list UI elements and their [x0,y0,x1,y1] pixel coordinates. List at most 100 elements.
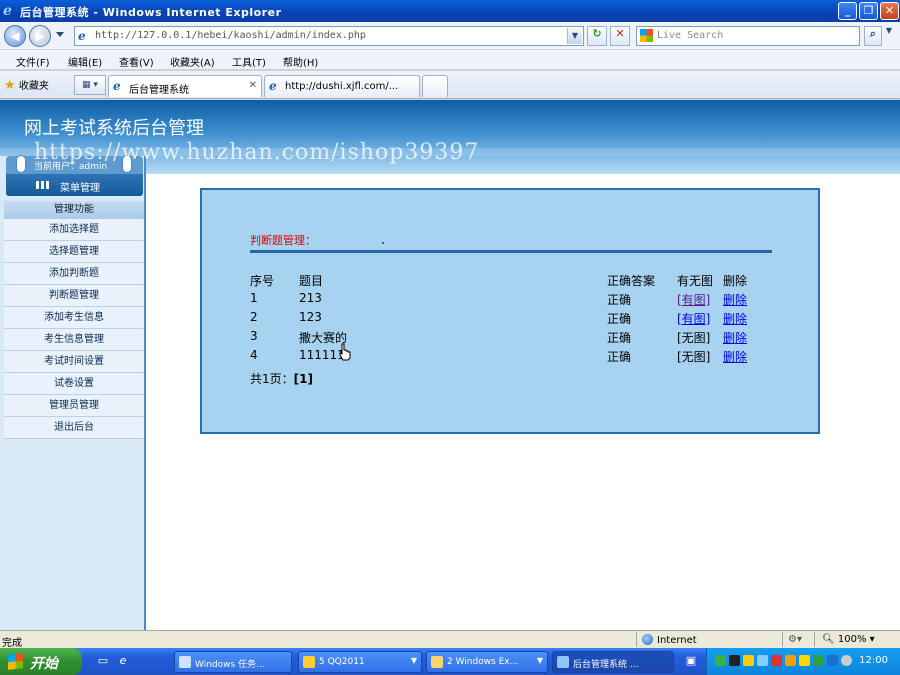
sidebar-item-add-student[interactable]: 添加考生信息 [4,307,144,329]
sidebar-item-choice-manage[interactable]: 选择题管理 [4,241,144,263]
tab-admin-label: 后台管理系统 [129,85,189,96]
sidebar-menu: 添加选择题 选择题管理 添加判断题 判断题管理 添加考生信息 考生信息管理 考试… [4,219,144,439]
hand-cursor-icon [339,343,351,361]
sidebar-item-add-choice[interactable]: 添加选择题 [4,219,144,241]
back-button[interactable]: ◀ [4,25,26,47]
cell-id: 1 [250,291,258,305]
tray-app-icon[interactable] [771,655,782,666]
stop-button[interactable]: ✕ [610,26,630,46]
menu-header-label: 菜单管理 [60,183,100,194]
tray-app-icon[interactable] [715,655,726,666]
volume-icon[interactable] [841,655,852,666]
cell-question: 123 [299,310,322,324]
pager-page-1[interactable]: [1] [294,372,313,386]
history-dropdown-icon[interactable] [56,32,64,37]
zoom-control[interactable]: 🔍︎ 100% ▾ [822,634,875,645]
address-url[interactable]: http://127.0.0.1/hebei/kaoshi/admin/inde… [95,30,366,41]
taskbar-ie-admin[interactable]: 后台管理系统 ... [552,651,674,673]
address-dropdown-icon[interactable]: ▼ [567,28,582,44]
tray-app-icon[interactable] [785,655,796,666]
security-zone: Internet [642,634,697,646]
delete-link[interactable]: 删除 [723,348,747,365]
sidebar-item-add-judge[interactable]: 添加判断题 [4,263,144,285]
tray-app-icon[interactable] [757,655,768,666]
tab-dushi[interactable]: e http://dushi.xjfl.com/... [264,75,420,97]
tray-app-icon[interactable] [813,655,824,666]
status-bar: 完成 Internet ⚙▾ 🔍︎ 100% ▾ [0,630,900,649]
tab-ie-icon: e [113,79,121,93]
address-toolbar: ◀ ▶ e http://127.0.0.1/hebei/kaoshi/admi… [0,22,900,50]
sidebar-item-student-manage[interactable]: 考生信息管理 [4,329,144,351]
panel-title: 判断题管理： [250,234,316,247]
delete-link[interactable]: 删除 [723,310,747,327]
tray-app-icon[interactable] [743,655,754,666]
task-label: Windows 任务... [195,660,265,670]
tab-admin[interactable]: e 后台管理系统 ✕ [108,75,262,97]
image-link[interactable]: [有图] [677,291,710,308]
menu-tools[interactable]: 工具(T) [232,54,266,69]
menu-header[interactable]: 菜单管理 [6,174,143,196]
menu-file[interactable]: 文件(F) [16,54,50,69]
task-manager-icon [179,656,191,668]
menu-favorites[interactable]: 收藏夹(A) [170,54,215,69]
tray-app-icon[interactable] [799,655,810,666]
window-title: 后台管理系统 - Windows Internet Explorer [20,6,282,19]
menu-view[interactable]: 查看(V) [119,54,154,69]
favorites-button[interactable]: ★ 收藏夹 [4,77,49,93]
group-dropdown-icon: ▼ [410,656,417,665]
taskbar-task-manager[interactable]: Windows 任务... [174,651,292,673]
tab-close-icon[interactable]: ✕ [249,80,257,91]
status-text: 完成 [2,638,22,649]
language-bar-icon[interactable]: ▣ [684,654,698,668]
tray-app-icon[interactable] [827,655,838,666]
close-button[interactable]: ✕ [880,2,899,20]
qq-icon [303,656,315,668]
image-link[interactable]: [有图] [677,310,710,327]
col-header-answer: 正确答案 [607,274,656,288]
sidebar: 当前用户：admin 菜单管理 管理功能 添加选择题 选择题管理 添加判断题 判… [0,156,146,630]
system-title: 网上考试系统后台管理 [24,118,204,139]
taskbar-explorer[interactable]: 2 Windows Ex... ▼ [426,651,548,673]
sidebar-item-logout[interactable]: 退出后台 [4,417,144,439]
sidebar-item-exam-time[interactable]: 考试时间设置 [4,351,144,373]
tray-app-icon[interactable] [729,655,740,666]
taskbar-qq[interactable]: 5 QQ2011 ▼ [298,651,422,673]
search-input[interactable]: Live Search [636,26,860,46]
new-tab-button[interactable] [422,75,448,97]
table-row: 3 撒大赛的 正确 [无图] 删除 [250,329,772,348]
cell-answer: 正确 [607,312,632,326]
protected-mode-icon[interactable]: ⚙▾ [788,634,802,645]
show-desktop-icon[interactable]: ▭ [96,654,110,668]
start-button[interactable]: 开始 [0,648,82,675]
status-separator [636,632,637,647]
menu-help[interactable]: 帮助(H) [283,54,318,69]
clock: 12:00 [859,655,888,666]
refresh-button[interactable]: ↻ [587,26,607,46]
system-tray: 12:00 [706,648,900,675]
col-header-delete: 删除 [723,274,748,288]
maximize-button[interactable]: ❐ [859,2,878,20]
sidebar-item-judge-manage[interactable]: 判断题管理 [4,285,144,307]
zoom-label: 100% [837,634,867,645]
tab-dushi-label: http://dushi.xjfl.com/... [285,81,399,92]
favorites-label: 收藏夹 [18,81,49,92]
minimize-button[interactable]: _ [838,2,857,20]
search-options-icon[interactable]: ▼ [882,26,896,46]
search-button[interactable]: ⌕ [864,26,882,46]
delete-link[interactable]: 删除 [723,291,747,308]
menu-edit[interactable]: 编辑(E) [68,54,102,69]
quicklaunch-ie-icon[interactable]: e [116,654,130,668]
sidebar-item-paper-settings[interactable]: 试卷设置 [4,373,144,395]
cell-answer: 正确 [607,331,632,345]
table-row: 2 123 正确 [有图] 删除 [250,310,772,329]
address-field[interactable]: e http://127.0.0.1/hebei/kaoshi/admin/in… [74,26,584,46]
quick-tabs-button[interactable]: ▦ ▾ [74,75,106,95]
page-content: 网上考试系统后台管理 当前用户：admin 菜单管理 管理功能 添加选择题 选择… [0,100,900,630]
tab-ie-icon: e [269,79,277,93]
live-search-icon [640,29,653,42]
delete-link[interactable]: 删除 [723,329,747,346]
forward-button[interactable]: ▶ [29,25,51,47]
sidebar-item-admin-manage[interactable]: 管理员管理 [4,395,144,417]
cell-answer: 正确 [607,293,632,307]
cell-answer: 正确 [607,350,632,364]
